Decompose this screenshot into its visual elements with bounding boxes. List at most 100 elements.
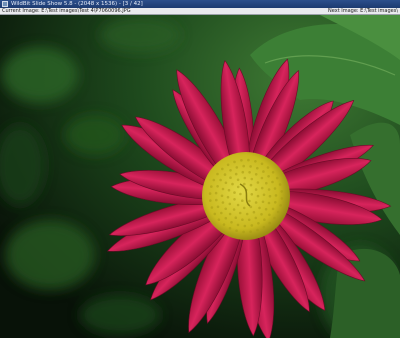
disc-floret <box>276 210 280 214</box>
disc-floret <box>216 172 219 176</box>
disc-floret <box>249 183 253 187</box>
disc-floret <box>242 230 245 234</box>
current-image-path[interactable]: Current Image: E:\Test images\Test 4\P70… <box>2 8 131 15</box>
disc-floret <box>267 188 271 191</box>
disc-floret <box>257 222 260 225</box>
disc-floret <box>243 182 246 186</box>
disc-floret <box>208 192 212 195</box>
disc-floret <box>234 172 238 176</box>
disc-floret <box>223 173 227 176</box>
disc-floret <box>280 190 284 193</box>
disc-floret <box>271 207 275 211</box>
disc-floret <box>235 166 239 169</box>
disc-floret <box>256 181 260 184</box>
disc-floret <box>250 177 254 181</box>
disc-floret <box>216 185 219 188</box>
disc-floret <box>271 180 274 184</box>
disc-floret <box>220 211 223 215</box>
disc-floret <box>233 191 236 194</box>
disc-floret <box>262 225 266 229</box>
disc-floret <box>268 213 271 217</box>
disc-floret <box>243 224 247 228</box>
disc-floret <box>212 178 216 182</box>
disc-floret <box>222 223 226 226</box>
disc-floret <box>250 193 254 196</box>
disc-floret <box>268 194 272 198</box>
disc-floret <box>232 208 236 211</box>
disc-floret <box>217 218 221 221</box>
disc-floret <box>234 216 238 219</box>
disc-floret <box>260 162 264 166</box>
disc-floret <box>274 194 278 197</box>
disc-floret <box>209 199 212 202</box>
disc-floret <box>260 186 264 190</box>
disc-floret <box>267 201 271 205</box>
disc-floret <box>249 165 252 168</box>
disc-floret <box>254 188 258 191</box>
disc-floret <box>250 224 254 227</box>
disc-floret <box>235 229 238 232</box>
disc-floret <box>236 185 240 189</box>
next-image-path[interactable]: Next Image: E:\Test images\ <box>328 8 398 15</box>
disc-floret <box>247 218 251 222</box>
disc-floret <box>221 167 224 171</box>
disc-floret <box>265 181 268 185</box>
disc-floret <box>263 218 266 221</box>
disc-floret <box>268 221 272 225</box>
disc-floret <box>242 206 246 210</box>
disc-floret <box>228 226 232 230</box>
disc-floret <box>238 211 242 215</box>
disc-floret <box>221 187 225 191</box>
disc-floret <box>264 207 268 211</box>
disc-floret <box>256 228 259 232</box>
displayed-photo[interactable] <box>0 15 400 338</box>
disc-floret <box>262 193 266 197</box>
disc-floret <box>241 199 244 202</box>
disc-floret <box>266 166 270 169</box>
disc-floret <box>221 201 225 204</box>
disc-floret <box>255 166 259 170</box>
disc-floret <box>254 201 258 204</box>
disc-floret <box>240 159 243 162</box>
disc-floret <box>260 176 264 180</box>
disc-floret <box>239 192 242 196</box>
disc-floret <box>233 198 236 201</box>
disc-floret <box>254 173 258 176</box>
disc-floret <box>210 206 214 209</box>
image-viewer[interactable] <box>0 15 400 338</box>
disc-floret <box>241 170 245 174</box>
disc-floret <box>220 194 224 198</box>
disc-floret <box>233 160 236 164</box>
disc-floret <box>261 200 265 204</box>
disc-floret <box>229 176 232 179</box>
disc-floret <box>248 199 251 203</box>
app-icon[interactable] <box>2 1 8 7</box>
slideshow-window: WildBit Slide Show 5.8 - (2048 x 1536) -… <box>0 0 400 338</box>
disc-floret <box>224 207 227 211</box>
disc-floret <box>242 164 245 168</box>
disc-floret <box>254 216 258 220</box>
disc-floret <box>252 210 256 214</box>
disc-floret <box>231 182 234 186</box>
disc-floret <box>227 188 231 192</box>
disc-floret <box>219 178 222 182</box>
disc-floret <box>278 183 282 186</box>
disc-floret <box>273 187 277 190</box>
disc-floret <box>258 206 261 210</box>
disc-floret <box>226 163 230 167</box>
disc-floret <box>241 218 244 221</box>
disc-floret <box>280 197 284 200</box>
disc-floret <box>271 171 275 174</box>
image-info-bar: Current Image: E:\Test images\Test 4\P70… <box>0 8 400 15</box>
disc-floret <box>262 170 265 173</box>
disc-floret <box>215 198 218 202</box>
disc-floret <box>214 191 218 195</box>
disc-floret <box>256 194 260 198</box>
disc-floret <box>254 160 257 163</box>
disc-floret <box>279 204 283 207</box>
disc-floret <box>243 176 247 180</box>
disc-floret <box>226 195 230 199</box>
disc-floret <box>236 178 240 182</box>
disc-floret <box>260 213 263 216</box>
disc-floret <box>224 181 228 185</box>
